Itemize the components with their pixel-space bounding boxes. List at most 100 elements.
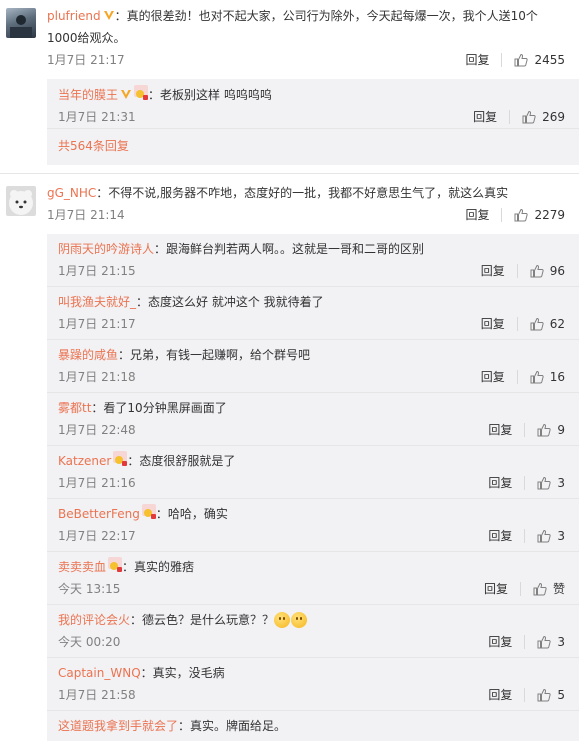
reply-button[interactable]: 回复 [488,472,512,494]
like-button[interactable]: 3 [537,631,565,653]
like-count: 9 [557,423,565,437]
like-count: 269 [542,110,565,124]
reply-user-name[interactable]: 我的评论会火 [58,613,130,627]
thumbs-up-icon [537,635,552,649]
reply-text: 我的评论会火：德云色？是什么玩意？？ [58,609,579,631]
reply-item: 卖卖卖血 ：真实的雅痞 今天 13:15 回复 赞 [47,551,579,604]
reply-user-name[interactable]: Captain_WNQ [58,666,141,680]
like-button[interactable]: 62 [530,313,565,335]
like-count: 3 [557,635,565,649]
timestamp: 今天 00:20 [58,635,121,649]
user-name[interactable]: plufriend [47,9,101,23]
reply-button[interactable]: 回复 [465,49,489,71]
reply-text: 暴躁的咸鱼：兄弟，有钱一起赚啊，给个群号吧 [58,344,579,366]
verified-icon [103,11,114,20]
reply-item: Captain_WNQ：真实，没毛病 1月7日 21:58 回复 5 [47,657,579,710]
reply-text: Captain_WNQ：真实，没毛病 [58,662,579,684]
like-button[interactable]: 16 [530,366,565,388]
reply-user-name[interactable]: 暴躁的咸鱼 [58,348,118,362]
reply-user-name[interactable]: Katzener [58,454,111,468]
reply-body: ：真实的雅痞 [122,560,195,574]
reply-item: Katzener ：态度很舒服就是了 1月7日 21:16 回复 3 [47,445,579,498]
reply-text: BeBetterFeng ：哈哈，确实 [58,503,579,525]
like-button[interactable]: 3 [537,525,565,547]
reply-text: 卖卖卖血 ：真实的雅痞 [58,556,579,578]
reply-item: 当年的膜王 ：老板别这样 呜呜呜呜 1月7日 21:31 回复 269 [47,79,579,128]
timestamp: 今天 13:15 [58,582,121,596]
reply-item: 暴躁的咸鱼：兄弟，有钱一起赚啊，给个群号吧 1月7日 21:18 回复 16 [47,339,579,392]
like-count: 96 [549,264,565,278]
reply-button[interactable]: 回复 [465,204,489,226]
separator [524,529,526,543]
reply-body: ：德云色？是什么玩意？？ [130,613,275,627]
level-badge-icon [113,451,128,466]
reply-button[interactable]: 回复 [481,260,505,282]
reply-meta: 1月7日 21:18 回复 16 [58,366,579,388]
reply-text: 叫我渔夫就好_：态度这么好 就冲这个 我就待着了 [58,291,579,313]
reply-button[interactable]: 回复 [488,525,512,547]
reply-meta: 1月7日 22:48 回复 9 [58,419,579,441]
user-name[interactable]: gG_NHC [47,186,96,200]
timestamp: 1月7日 22:48 [58,423,136,437]
reply-item: 叫我渔夫就好_：态度这么好 就冲这个 我就待着了 1月7日 21:17 回复 6… [47,286,579,339]
separator [501,208,503,222]
like-button[interactable]: 2279 [514,204,565,226]
avatar[interactable] [6,8,36,38]
like-count: 5 [557,688,565,702]
reply-button[interactable]: 回复 [488,419,512,441]
separator [516,317,518,331]
reply-button[interactable]: 回复 [473,106,497,128]
reply-button[interactable]: 回复 [488,684,512,706]
reply-user-name[interactable]: BeBetterFeng [58,507,140,521]
level-badge-icon [108,557,123,572]
thumbs-up-icon [530,317,544,331]
like-button[interactable]: 9 [537,419,565,441]
timestamp: 1月7日 21:58 [58,688,136,702]
reply-button[interactable]: 回复 [484,578,508,600]
avatar[interactable] [6,186,36,216]
timestamp: 1月7日 21:17 [47,53,125,67]
timestamp: 1月7日 21:18 [58,370,136,384]
more-replies-link[interactable]: 共564条回复 [47,128,579,165]
reply-user-name[interactable]: 当年的膜王 [58,88,118,102]
reply-body: ：看了10分钟黑屏画面了 [91,401,227,415]
like-button[interactable]: 赞 [533,578,565,600]
reply-button[interactable]: 回复 [481,313,505,335]
like-count: 62 [549,317,565,331]
separator [516,264,518,278]
separator [509,110,511,124]
reply-button[interactable]: 回复 [488,631,512,653]
reply-body: ：态度这么好 就冲这个 我就待着了 [136,295,324,309]
like-button[interactable]: 5 [537,684,565,706]
reply-user-name[interactable]: 卖卖卖血 [58,560,106,574]
reply-button[interactable]: 回复 [481,366,505,388]
separator [501,53,503,67]
like-button[interactable]: 2455 [514,49,565,71]
like-count: 16 [549,370,565,384]
thumbs-up-icon [514,208,529,222]
reply-meta: 今天 13:15 回复 赞 [58,578,579,600]
reply-list: 阴雨天的吟游诗人：跟海鲜台判若两人啊。。这就是一哥和二哥的区别 1月7日 21:… [47,234,579,741]
comment-body: ：不得不说,服务器不咋地，态度好的一批，我都不好意思生气了，就这么真实 [96,186,509,200]
reply-item: 这道题我拿到手就会了：真实。牌面给足。 [47,710,579,741]
separator [524,476,526,490]
reply-item: 雾都tt：看了10分钟黑屏画面了 1月7日 22:48 回复 9 [47,392,579,445]
thumbs-up-icon [537,529,552,543]
reply-item: 我的评论会火：德云色？是什么玩意？？ 今天 00:20 回复 3 [47,604,579,657]
comment-text: gG_NHC：不得不说,服务器不咋地，态度好的一批，我都不好意思生气了，就这么真… [47,182,579,204]
reply-meta: 1月7日 21:15 回复 96 [58,260,579,282]
timestamp: 1月7日 21:16 [58,476,136,490]
thumbs-up-icon [537,423,552,437]
like-button[interactable]: 269 [522,106,565,128]
smile-emoji-icon [274,612,291,628]
reply-user-name[interactable]: 叫我渔夫就好_ [58,295,136,309]
comment-2: gG_NHC：不得不说,服务器不咋地，态度好的一批，我都不好意思生气了，就这么真… [0,174,579,741]
reply-body: ：态度很舒服就是了 [127,454,236,468]
reply-user-name[interactable]: 雾都tt [58,401,91,415]
like-button[interactable]: 3 [537,472,565,494]
separator [524,423,526,437]
reply-user-name[interactable]: 阴雨天的吟游诗人 [58,242,154,256]
reply-item: BeBetterFeng ：哈哈，确实 1月7日 22:17 回复 3 [47,498,579,551]
like-button[interactable]: 96 [530,260,565,282]
comment-meta: 1月7日 21:14 回复 2279 [47,204,579,226]
